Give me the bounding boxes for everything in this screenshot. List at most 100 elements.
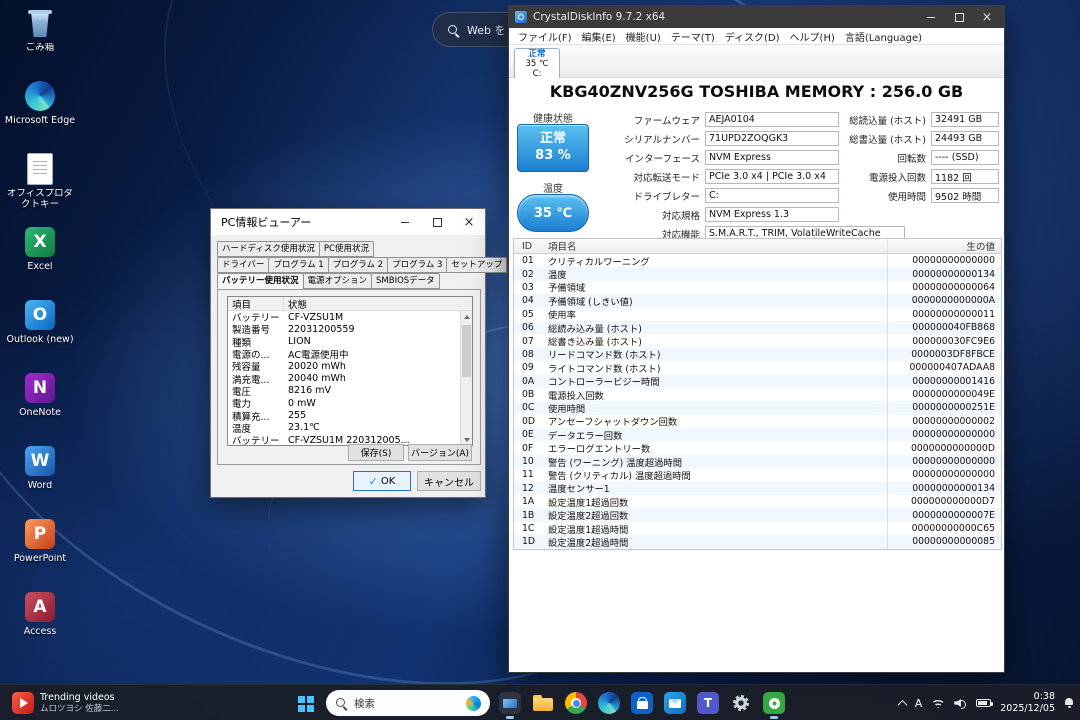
- desktop-icon[interactable]: Access: [4, 587, 76, 660]
- pcv-tab[interactable]: プログラム 1: [268, 257, 329, 273]
- smart-attribute-row[interactable]: 0B 電源投入回数 0000000000049E: [514, 388, 1001, 402]
- close-icon[interactable]: [453, 209, 485, 235]
- battery-list-row[interactable]: バッテリー CF-VZSU1M: [228, 311, 472, 325]
- close-icon[interactable]: [976, 8, 998, 26]
- column-header-state[interactable]: 状態: [284, 297, 472, 311]
- smart-attribute-row[interactable]: 1C 設定温度1超過時間 00000000000C65: [514, 522, 1001, 536]
- battery-list-row[interactable]: 電源の... AC電源使用中: [228, 348, 472, 361]
- smart-attribute-row[interactable]: 08 リードコマンド数 (ホスト) 0000003DF8FBCE: [514, 347, 1001, 361]
- minimize-icon[interactable]: [920, 8, 942, 26]
- menu-item[interactable]: ファイル(F): [513, 29, 577, 44]
- pcv-tab[interactable]: 電源オプション: [302, 273, 373, 289]
- start-button[interactable]: [288, 687, 322, 719]
- smart-header-id[interactable]: ID: [514, 241, 548, 252]
- ok-button[interactable]: ✓ OK: [353, 471, 411, 491]
- smart-attribute-row[interactable]: 0A コントローラービジー時間 00000000001416: [514, 374, 1001, 388]
- battery-list-row[interactable]: 積算充... 255: [228, 409, 472, 423]
- disk-tab[interactable]: 正常 35 ℃ C:: [514, 48, 560, 78]
- scrollbar-thumb[interactable]: [462, 325, 471, 377]
- maximize-icon[interactable]: [421, 209, 453, 235]
- smart-attribute-row[interactable]: 0C 使用時間 0000000000251E: [514, 401, 1001, 415]
- taskbar-app-icon[interactable]: [597, 691, 621, 715]
- desktop-icon[interactable]: Microsoft Edge: [4, 76, 76, 149]
- taskbar-app-icon[interactable]: [630, 691, 654, 715]
- menu-item[interactable]: テーマ(T): [666, 29, 720, 44]
- taskbar-app-icon[interactable]: [696, 691, 720, 715]
- battery-list-row[interactable]: 種類 LION: [228, 336, 472, 349]
- smart-attribute-row[interactable]: 02 温度 00000000000134: [514, 267, 1001, 281]
- pcv-tab[interactable]: プログラム 2: [327, 257, 389, 273]
- smart-attribute-row[interactable]: 09 ライトコマンド数 (ホスト) 000000407ADAA8: [514, 361, 1001, 375]
- smart-attribute-row[interactable]: 1A 設定温度1超過回数 000000000000D7: [514, 495, 1001, 509]
- notification-bell-icon[interactable]: [1064, 698, 1074, 708]
- maximize-icon[interactable]: [948, 8, 970, 26]
- desktop-icon[interactable]: オフィスプロダクトキー: [4, 149, 76, 222]
- taskbar-app-icon[interactable]: [531, 691, 555, 715]
- smart-attribute-row[interactable]: 07 総書き込み量 (ホスト) 000000030FC9E6: [514, 334, 1001, 349]
- desktop-icon[interactable]: PowerPoint: [4, 514, 76, 587]
- menu-item[interactable]: 機能(U): [621, 29, 666, 44]
- battery-list-row[interactable]: 製造番号 22031200559: [228, 323, 472, 337]
- smart-attribute-row[interactable]: 10 警告 (ワーニング) 温度超過時間 00000000000000: [514, 454, 1001, 469]
- smart-header-name[interactable]: 項目名: [548, 239, 888, 253]
- ime-indicator[interactable]: A: [915, 697, 923, 710]
- smart-attribute-row[interactable]: 04 予備領域 (しきい値) 0000000000000A: [514, 294, 1001, 308]
- smart-attribute-row[interactable]: 01 クリティカルワーニング 00000000000000: [514, 254, 1001, 268]
- save-button[interactable]: 保存(S): [348, 444, 404, 461]
- taskbar-app-icon[interactable]: [498, 691, 522, 715]
- menu-item[interactable]: 編集(E): [577, 29, 621, 44]
- battery-list-row[interactable]: 満充電... 20040 mWh: [228, 372, 472, 386]
- smart-attribute-row[interactable]: 05 使用率 00000000000011: [514, 308, 1001, 322]
- menu-item[interactable]: ディスク(D): [720, 29, 785, 44]
- cdi-titlebar[interactable]: CrystalDiskInfo 9.7.2 x64: [509, 6, 1004, 28]
- smart-attribute-row[interactable]: 12 温度センサー1 00000000000134: [514, 481, 1001, 495]
- pcv-tab[interactable]: バッテリー使用状況: [217, 273, 304, 289]
- desktop-icon[interactable]: Outlook (new): [4, 295, 76, 368]
- smart-attribute-row[interactable]: 1D 設定温度2超過時間 00000000000085: [514, 535, 1001, 549]
- smart-attribute-row[interactable]: 06 総読み込み量 (ホスト) 000000040FB868: [514, 320, 1001, 335]
- pcv-tab[interactable]: ドライバー: [217, 257, 270, 273]
- scrollbar[interactable]: [460, 311, 472, 445]
- pcv-tab[interactable]: PC使用状況: [318, 241, 374, 257]
- battery-icon[interactable]: [976, 699, 994, 707]
- desktop-icon[interactable]: OneNote: [4, 368, 76, 441]
- taskbar-app-icon[interactable]: [762, 691, 786, 715]
- battery-list-row[interactable]: 電力 0 mW: [228, 397, 472, 411]
- desktop-icon[interactable]: ごみ箱: [4, 3, 76, 76]
- pcv-titlebar[interactable]: PC情報ビューアー: [211, 209, 485, 235]
- menu-item[interactable]: ヘルプ(H): [785, 29, 840, 44]
- smart-header-raw[interactable]: 生の値: [888, 239, 1001, 253]
- desktop-icon[interactable]: Word: [4, 441, 76, 514]
- pcv-tab[interactable]: ハードディスク使用状況: [217, 241, 320, 257]
- widgets-button[interactable]: Trending videos ムロツヨシ 佐藤二...: [6, 688, 125, 718]
- taskbar-search-box[interactable]: 検索: [326, 690, 490, 716]
- smart-attribute-row[interactable]: 0E データエラー回数 00000000000000: [514, 428, 1001, 442]
- battery-status-list[interactable]: 項目 状態 バッテリー CF-VZSU1M 製造番号 22031200559 種…: [227, 296, 473, 446]
- wifi-icon[interactable]: [931, 699, 946, 709]
- version-button[interactable]: バージョン(A): [408, 444, 472, 461]
- temperature-value-box[interactable]: 35 ℃: [517, 194, 589, 232]
- taskbar-app-icon[interactable]: [729, 691, 753, 715]
- pcv-tab[interactable]: プログラム 3: [387, 257, 448, 273]
- menu-item[interactable]: 言語(Language): [840, 29, 927, 44]
- smart-attribute-row[interactable]: 0F エラーログエントリー数 0000000000000D: [514, 441, 1001, 456]
- battery-list-row[interactable]: 残容量 20020 mWh: [228, 360, 472, 374]
- taskbar-app-icon[interactable]: [564, 691, 588, 715]
- smart-attribute-row[interactable]: 03 予備領域 00000000000064: [514, 281, 1001, 295]
- volume-icon[interactable]: [954, 697, 967, 709]
- column-header-item[interactable]: 項目: [228, 297, 284, 311]
- smart-attribute-row[interactable]: 0D アンセーフシャットダウン回数 00000000000002: [514, 415, 1001, 429]
- taskbar-app-icon[interactable]: [663, 691, 687, 715]
- scrollbar-up-icon[interactable]: [461, 311, 472, 322]
- smart-attribute-row[interactable]: 1B 設定温度2超過回数 0000000000007E: [514, 508, 1001, 522]
- minimize-icon[interactable]: [389, 209, 421, 235]
- pcv-tab[interactable]: セットアップ: [446, 257, 508, 273]
- taskbar-clock[interactable]: 0:38 2025/12/05: [1000, 691, 1055, 716]
- health-status-box[interactable]: 正常 83 %: [517, 124, 589, 172]
- smart-attribute-row[interactable]: 11 警告 (クリティカル) 温度超過時間 00000000000000: [514, 468, 1001, 482]
- tray-chevron-up-icon[interactable]: [897, 699, 908, 710]
- cancel-button[interactable]: キャンセル: [417, 471, 481, 491]
- battery-list-row[interactable]: 温度 23.1℃: [228, 422, 472, 435]
- pcv-tab[interactable]: SMBIOSデータ: [371, 273, 440, 289]
- battery-list-row[interactable]: 電圧 8216 mV: [228, 385, 472, 398]
